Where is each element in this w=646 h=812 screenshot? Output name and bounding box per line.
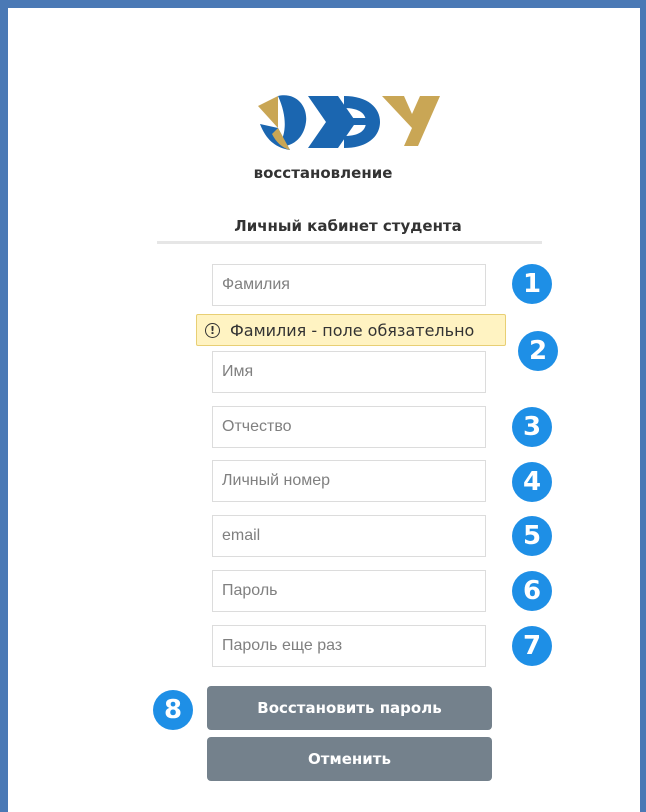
page-subtitle: восстановление — [253, 164, 393, 182]
step-badge-3: 3 — [512, 407, 552, 447]
personal-number-field[interactable] — [212, 460, 486, 502]
step-badge-7: 7 — [512, 626, 552, 666]
validation-message: Фамилия - поле обязательно — [230, 320, 475, 340]
step-badge-4: 4 — [512, 462, 552, 502]
email-field[interactable] — [212, 515, 486, 557]
step-badge-2: 2 — [518, 331, 558, 371]
divider — [157, 241, 542, 244]
section-title: Личный кабинет студента — [234, 217, 462, 235]
step-badge-5: 5 — [512, 516, 552, 556]
middle-name-field[interactable] — [212, 406, 486, 448]
first-name-field[interactable] — [212, 351, 486, 393]
step-badge-8: 8 — [153, 690, 193, 730]
last-name-field[interactable] — [212, 264, 486, 306]
cancel-button[interactable]: Отменить — [207, 737, 492, 781]
password-field[interactable] — [212, 570, 486, 612]
step-badge-1: 1 — [512, 264, 552, 304]
university-logo — [256, 88, 440, 152]
password-confirm-field[interactable] — [212, 625, 486, 667]
validation-tooltip: ! Фамилия - поле обязательно — [196, 314, 506, 346]
warning-circle-icon: ! — [205, 322, 220, 338]
step-badge-6: 6 — [512, 571, 552, 611]
restore-password-button[interactable]: Восстановить пароль — [207, 686, 492, 730]
